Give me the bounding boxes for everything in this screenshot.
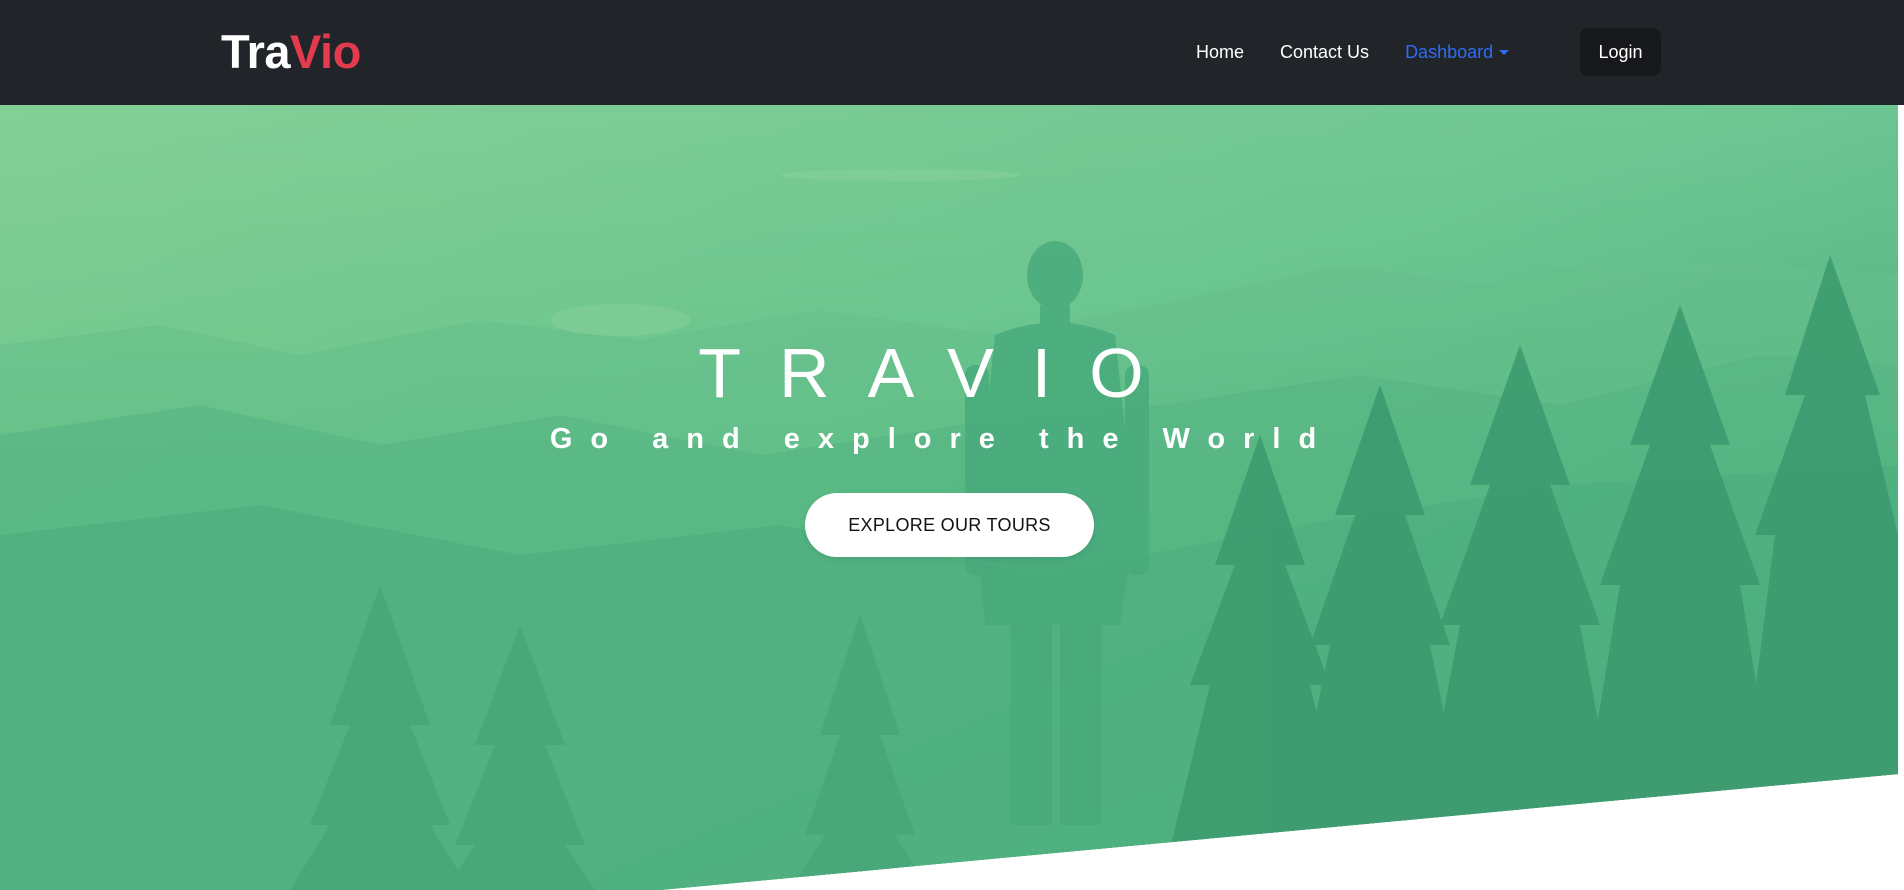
nav-link-home[interactable]: Home	[1196, 40, 1244, 64]
navbar: TraVio Home Contact Us Dashboard Login	[0, 0, 1904, 105]
nav-link-dashboard-dropdown[interactable]: Dashboard	[1405, 40, 1510, 64]
hero-section: TRAVIO Go and explore the World EXPLORE …	[0, 105, 1898, 890]
right-edge-strip	[1898, 105, 1904, 890]
page: TraVio Home Contact Us Dashboard Login T…	[0, 0, 1904, 890]
brand-logo-part1: Tra	[221, 25, 291, 78]
explore-tours-button[interactable]: EXPLORE OUR TOURS	[805, 493, 1094, 557]
nav-links: Home Contact Us Dashboard	[1196, 0, 1545, 105]
login-button[interactable]: Login	[1580, 28, 1661, 76]
hero-subtitle: Go and explore the World	[549, 423, 1335, 455]
nav-link-dashboard-label: Dashboard	[1405, 41, 1494, 62]
brand-logo-part2: Vio	[290, 25, 361, 78]
caret-down-icon	[1499, 49, 1510, 55]
hero-title: TRAVIO	[698, 334, 1182, 412]
brand-logo[interactable]: TraVio	[221, 24, 361, 80]
nav-link-contact-us[interactable]: Contact Us	[1280, 40, 1369, 64]
